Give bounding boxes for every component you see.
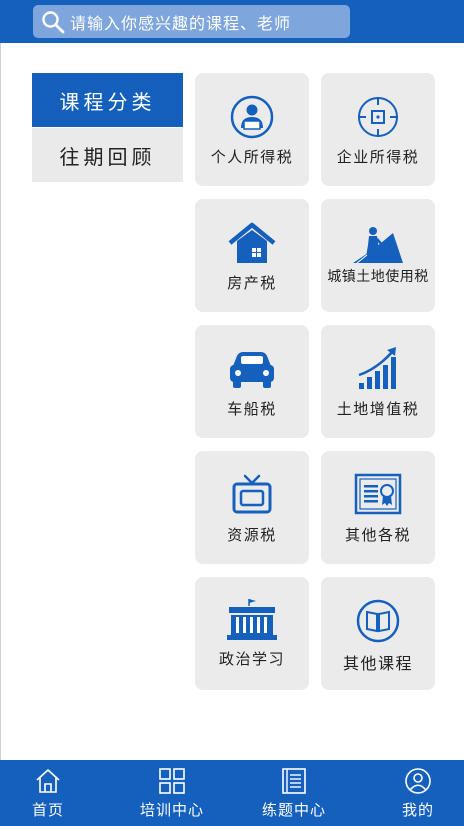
worker-icon [353, 227, 403, 264]
tile-label: 个人所得税 [210, 148, 294, 166]
tab-label: 首页 [31, 801, 64, 819]
certificate-icon [354, 473, 402, 515]
tile-label: 其他课程 [342, 654, 413, 673]
tile-vehicle-vessel-tax[interactable]: 车船税 [195, 325, 309, 438]
tab-label: 练题中心 [261, 801, 326, 819]
tile-label: 政治学习 [218, 650, 285, 668]
tile-political-study[interactable]: 政治学习 [195, 577, 309, 690]
tile-label: 车船税 [227, 400, 277, 418]
tab-mine[interactable]: 我的 [392, 760, 444, 826]
tile-corporate-income-tax[interactable]: 企业所得税 [321, 73, 435, 186]
bottom-tab-bar: 首页 培训中心 练题中心 我的 [0, 760, 464, 826]
building-icon [227, 599, 277, 640]
tab-home[interactable]: 首页 [22, 760, 74, 826]
tile-label: 其他各税 [344, 526, 411, 544]
category-course[interactable]: 课程分类 [32, 73, 183, 127]
grid-icon [159, 768, 185, 794]
person-icon [230, 95, 274, 139]
growth-chart-icon [358, 347, 396, 389]
left-divider [0, 43, 1, 760]
tab-training-center[interactable]: 培训中心 [130, 760, 214, 826]
tile-label: 城镇土地使用税 [327, 269, 429, 285]
tile-label: 房产税 [227, 274, 277, 292]
tile-label: 企业所得税 [336, 148, 420, 166]
car-icon [230, 352, 274, 388]
tile-personal-income-tax[interactable]: 个人所得税 [195, 73, 309, 186]
search-placeholder: 请输入你感兴趣的课程、老师 [70, 13, 292, 33]
book-icon [356, 599, 400, 643]
tile-label: 资源税 [227, 526, 277, 544]
user-icon [405, 768, 431, 794]
tv-icon [232, 474, 272, 514]
tab-label: 我的 [401, 801, 434, 819]
house-icon [228, 222, 276, 263]
target-icon [358, 97, 398, 137]
search-icon [42, 10, 65, 33]
search-input[interactable]: 请输入你感兴趣的课程、老师 [33, 5, 350, 38]
home-icon [36, 769, 60, 793]
tab-practice-center[interactable]: 练题中心 [252, 760, 336, 826]
tile-urban-land-use-tax[interactable]: 城镇土地使用税 [321, 199, 435, 312]
tile-resource-tax[interactable]: 资源税 [195, 451, 309, 564]
top-bar: 请输入你感兴趣的课程、老师 [0, 0, 464, 43]
notebook-icon [282, 768, 306, 794]
tab-label: 培训中心 [139, 801, 204, 819]
tile-other-taxes[interactable]: 其他各税 [321, 451, 435, 564]
tile-property-tax[interactable]: 房产税 [195, 199, 309, 312]
tile-other-courses[interactable]: 其他课程 [321, 577, 435, 690]
tile-label: 土地增值税 [336, 400, 420, 418]
tile-land-appreciation-tax[interactable]: 土地增值税 [321, 325, 435, 438]
category-review[interactable]: 往期回顾 [32, 128, 183, 182]
